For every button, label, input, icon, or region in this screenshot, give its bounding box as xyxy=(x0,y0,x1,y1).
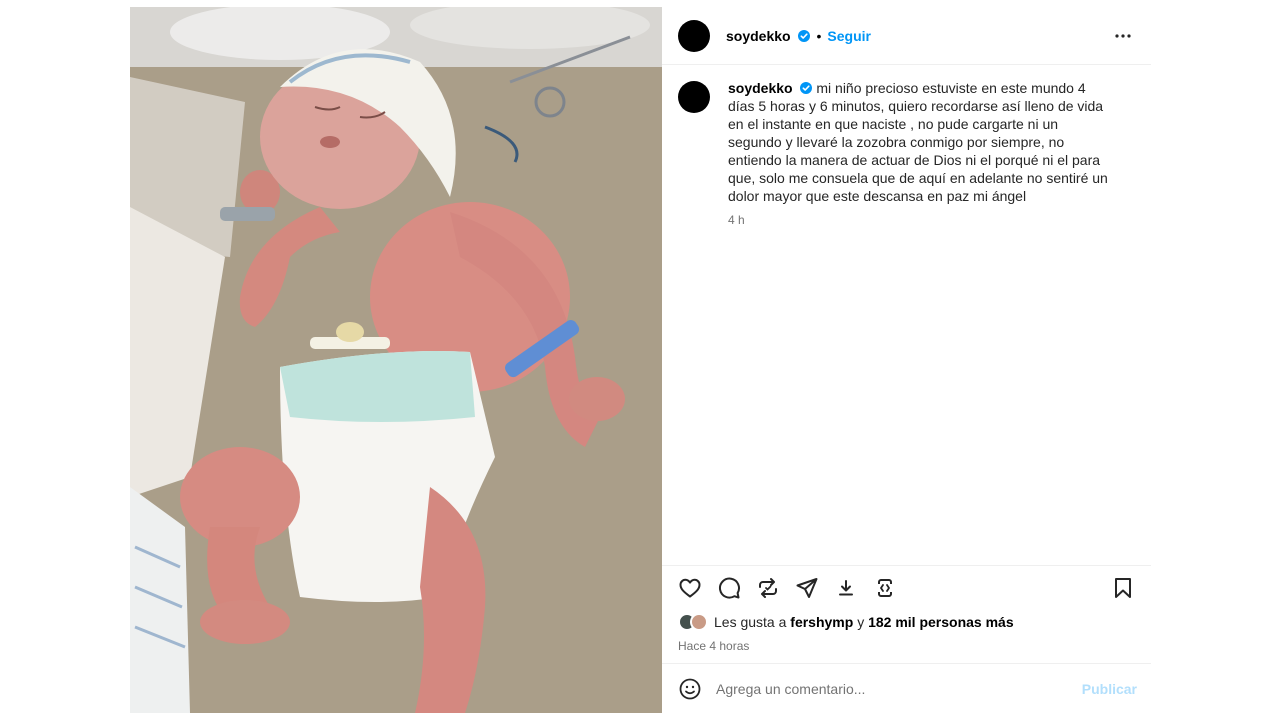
author-avatar[interactable] xyxy=(678,19,710,52)
comment-button[interactable] xyxy=(717,576,741,600)
more-options-button[interactable] xyxy=(1111,24,1135,48)
author-username[interactable]: soydekko xyxy=(726,28,811,44)
newborn-photo-illustration xyxy=(130,7,662,713)
caption-username[interactable]: soydekko xyxy=(728,80,793,96)
likes-text: Les gusta a fershymp y 182 mil personas … xyxy=(714,614,1014,630)
verified-badge-icon xyxy=(798,29,811,42)
repost-button[interactable] xyxy=(756,576,780,600)
header-separator: • xyxy=(816,27,822,44)
caption-row: soydekko mi niño precioso estuviste en e… xyxy=(678,79,1135,227)
download-button[interactable] xyxy=(834,576,858,600)
save-button[interactable] xyxy=(1111,576,1135,600)
comment-composer: Publicar xyxy=(662,663,1151,713)
caption-content: mi niño precioso estuviste en este mundo… xyxy=(728,80,1108,204)
publish-button[interactable]: Publicar xyxy=(1082,681,1137,697)
instagram-post: soydekko • Seguir soydekko mi niño preci… xyxy=(130,7,1151,713)
liker-avatar[interactable] xyxy=(690,613,708,631)
more-options-icon xyxy=(1115,33,1131,38)
comment-input[interactable] xyxy=(716,680,1082,697)
post-photo[interactable] xyxy=(130,7,662,713)
likes-joiner: y xyxy=(857,614,865,630)
caption-timestamp[interactable]: 4 h xyxy=(728,213,1108,227)
remix-button[interactable] xyxy=(873,576,897,600)
download-icon xyxy=(839,579,853,595)
likes-count[interactable]: 182 mil personas más xyxy=(868,614,1014,630)
share-icon xyxy=(796,577,818,598)
emoji-icon[interactable] xyxy=(678,677,702,701)
caption-author-avatar[interactable] xyxy=(678,81,710,113)
liker-username[interactable]: fershymp xyxy=(790,614,853,630)
like-button[interactable] xyxy=(678,576,702,600)
heart-icon xyxy=(679,578,701,597)
likes-row: Les gusta a fershymp y 182 mil personas … xyxy=(662,609,1151,635)
action-bar xyxy=(662,565,1151,609)
repost-icon xyxy=(759,577,777,598)
caption-body: soydekko mi niño precioso estuviste en e… xyxy=(728,79,1108,227)
follow-button[interactable]: Seguir xyxy=(827,28,871,44)
author-username-text[interactable]: soydekko xyxy=(726,28,791,44)
comment-icon xyxy=(718,577,740,599)
caption-text: soydekko mi niño precioso estuviste en e… xyxy=(728,79,1108,205)
share-button[interactable] xyxy=(795,576,819,600)
post-header: soydekko • Seguir xyxy=(662,7,1151,65)
caption-section: soydekko mi niño precioso estuviste en e… xyxy=(662,65,1151,565)
bookmark-icon xyxy=(1115,577,1131,598)
likes-prefix: Les gusta a xyxy=(714,614,787,630)
post-side-panel: soydekko • Seguir soydekko mi niño preci… xyxy=(662,7,1151,713)
verified-badge-icon xyxy=(800,82,813,94)
post-timestamp[interactable]: Hace 4 horas xyxy=(662,635,1151,663)
remix-icon xyxy=(878,578,892,597)
